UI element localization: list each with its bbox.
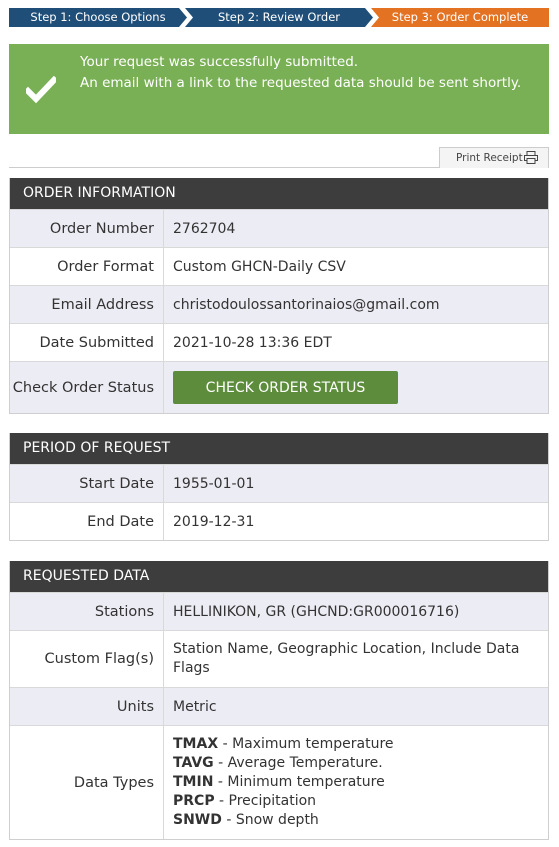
stations-value: HELLINIKON, GR (GHCND:GR000016716)	[173, 603, 460, 620]
step-choose-options[interactable]: Step 1: Choose Options	[9, 8, 187, 27]
data-type-item: TMAX - Maximum temperature	[173, 735, 548, 754]
data-type-desc: - Snow depth	[221, 812, 319, 828]
data-type-desc: - Minimum temperature	[213, 774, 385, 790]
panel-title: REQUESTED DATA	[10, 561, 548, 592]
data-type-item: PRCP - Precipitation	[173, 792, 548, 811]
order-format-row: Order Format Custom GHCN-Daily CSV	[10, 247, 548, 285]
requested-data-panel: REQUESTED DATA Stations HELLINIKON, GR (…	[9, 561, 549, 840]
data-type-code: TAVG	[173, 755, 214, 771]
email-label: Email Address	[10, 286, 164, 323]
data-type-code: TMAX	[173, 736, 219, 752]
custom-flags-row: Custom Flag(s) Station Name, Geographic …	[10, 630, 548, 687]
order-number-row: Order Number 2762704	[10, 209, 548, 247]
data-type-desc: - Average Temperature.	[213, 755, 383, 771]
email-value: christodoulossantorinaios@gmail.com	[173, 296, 440, 313]
print-receipt-label: Print Receipt	[456, 152, 523, 164]
check-status-row: Check Order Status CHECK ORDER STATUS	[10, 361, 548, 413]
order-information-panel: ORDER INFORMATION Order Number 2762704 O…	[9, 178, 549, 414]
end-date-row: End Date 2019-12-31	[10, 502, 548, 540]
stations-label: Stations	[10, 593, 164, 630]
step-review-order[interactable]: Step 2: Review Order	[185, 8, 373, 27]
data-type-desc: - Maximum temperature	[218, 736, 394, 752]
units-label: Units	[10, 688, 164, 725]
units-value: Metric	[173, 698, 217, 715]
step-order-complete: Step 3: Order Complete	[371, 8, 549, 27]
order-format-value: Custom GHCN-Daily CSV	[173, 258, 346, 275]
date-submitted-row: Date Submitted 2021-10-28 13:36 EDT	[10, 323, 548, 361]
data-types-label: Data Types	[10, 726, 164, 839]
check-status-cell: CHECK ORDER STATUS	[164, 362, 548, 413]
start-date-label: Start Date	[10, 465, 164, 502]
checkmark-icon	[26, 76, 56, 104]
data-type-code: TMIN	[173, 774, 214, 790]
date-submitted-value: 2021-10-28 13:36 EDT	[173, 334, 332, 351]
order-number-label: Order Number	[10, 210, 164, 247]
custom-flags-value: Station Name, Geographic Location, Inclu…	[164, 631, 548, 687]
data-types-row: Data Types TMAX - Maximum temperature TA…	[10, 725, 548, 839]
data-type-item: TAVG - Average Temperature.	[173, 754, 548, 773]
order-number-value: 2762704	[173, 220, 236, 237]
custom-flags-line-2: Flags	[173, 660, 210, 676]
data-types-list: TMAX - Maximum temperature TAVG - Averag…	[164, 726, 548, 839]
stations-row: Stations HELLINIKON, GR (GHCND:GR0000167…	[10, 592, 548, 630]
print-receipt-button[interactable]: Print Receipt	[439, 147, 549, 168]
start-date-row: Start Date 1955-01-01	[10, 464, 548, 502]
progress-steps: Step 1: Choose Options Step 2: Review Or…	[9, 8, 549, 27]
panel-title: PERIOD OF REQUEST	[10, 433, 548, 464]
success-message-line-1: Your request was successfully submitted.	[80, 54, 359, 70]
start-date-value: 1955-01-01	[173, 475, 255, 492]
data-type-item: TMIN - Minimum temperature	[173, 773, 548, 792]
check-status-label: Check Order Status	[10, 362, 164, 413]
success-message-line-2: An email with a link to the requested da…	[80, 75, 522, 91]
check-order-status-button[interactable]: CHECK ORDER STATUS	[173, 371, 398, 404]
end-date-label: End Date	[10, 503, 164, 540]
data-type-code: SNWD	[173, 812, 222, 828]
date-submitted-label: Date Submitted	[10, 324, 164, 361]
success-message: Your request was successfully submitted.…	[80, 52, 521, 94]
order-format-label: Order Format	[10, 248, 164, 285]
end-date-value: 2019-12-31	[173, 513, 255, 530]
units-row: Units Metric	[10, 687, 548, 725]
data-type-item: SNWD - Snow depth	[173, 811, 548, 830]
custom-flags-line-1: Station Name, Geographic Location, Inclu…	[173, 641, 520, 657]
printer-icon	[524, 151, 538, 164]
period-of-request-panel: PERIOD OF REQUEST Start Date 1955-01-01 …	[9, 433, 549, 541]
custom-flags-label: Custom Flag(s)	[10, 631, 164, 687]
success-banner: Your request was successfully submitted.…	[9, 44, 549, 134]
data-type-desc: - Precipitation	[214, 793, 317, 809]
data-type-code: PRCP	[173, 793, 215, 809]
email-row: Email Address christodoulossantorinaios@…	[10, 285, 548, 323]
panel-title: ORDER INFORMATION	[10, 178, 548, 209]
